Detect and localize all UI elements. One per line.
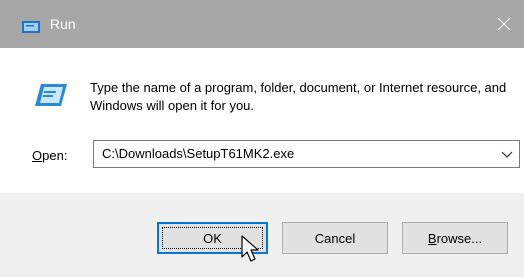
open-label-accelerator: O <box>32 148 43 163</box>
close-button[interactable] <box>484 0 524 48</box>
cancel-button-label: Cancel <box>314 230 356 246</box>
open-input[interactable]: C:\Downloads\SetupT61MK2.exe <box>102 146 294 161</box>
cancel-button[interactable]: Cancel <box>282 222 388 254</box>
run-app-icon <box>35 84 67 106</box>
open-label: Open: <box>32 148 67 163</box>
open-label-rest: pen: <box>42 148 68 163</box>
dialog-content: Type the name of a program, folder, docu… <box>0 48 524 193</box>
title-bar[interactable]: Run <box>0 0 524 48</box>
browse-button[interactable]: Browse... <box>402 222 508 254</box>
mouse-pointer-icon <box>241 235 259 262</box>
run-icon <box>22 21 40 33</box>
close-icon <box>497 17 511 31</box>
browse-button-accelerator: B <box>427 230 437 246</box>
browse-button-label-rest: rowse... <box>436 230 483 246</box>
window-title: Run <box>50 16 76 32</box>
instruction-text: Type the name of a program, folder, docu… <box>90 80 507 113</box>
run-dialog: Run Type the name of a program, folder, … <box>0 0 524 277</box>
chevron-down-icon[interactable] <box>501 148 513 160</box>
open-combobox[interactable]: C:\Downloads\SetupT61MK2.exe <box>93 140 520 168</box>
